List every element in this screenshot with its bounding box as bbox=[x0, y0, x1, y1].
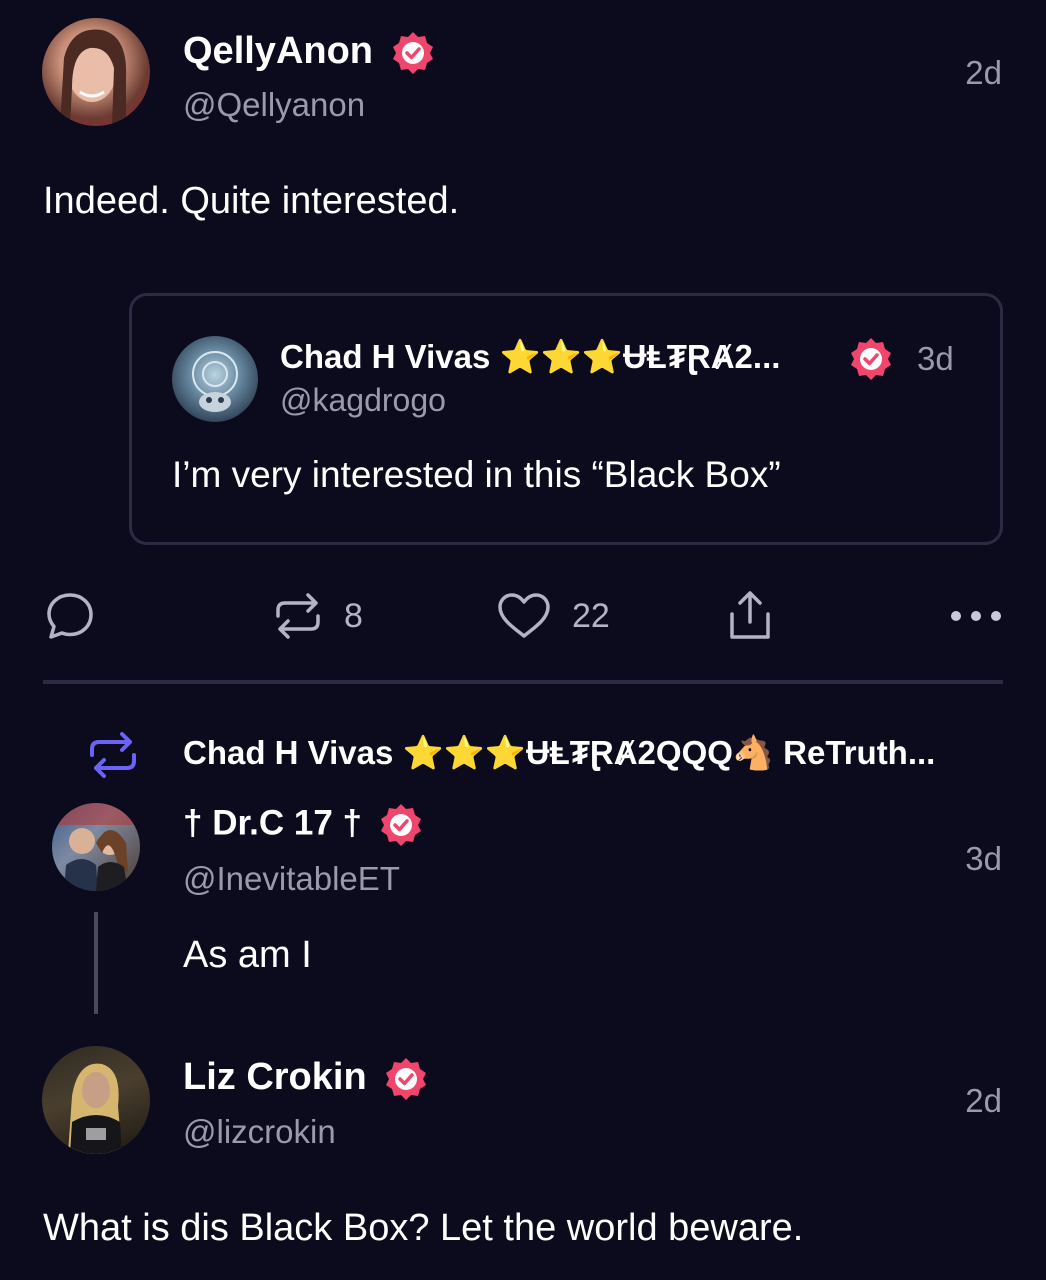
quote-author-name[interactable]: Chad H Vivas ⭐⭐⭐ɄⱠ₮ⱤȺ2... bbox=[280, 338, 780, 377]
author-name-text[interactable]: Liz Crokin bbox=[183, 1056, 367, 1098]
post2-author-name[interactable]: † Dr.C 17 † bbox=[183, 802, 424, 848]
quote-text: I’m very interested in this “Black Box” bbox=[172, 454, 781, 495]
avatar-kagdrogo[interactable] bbox=[172, 336, 258, 422]
post-divider bbox=[43, 680, 1003, 684]
avatar-qellyanon[interactable] bbox=[42, 18, 150, 126]
post1-handle[interactable]: @Qellyanon bbox=[183, 86, 365, 124]
author-name-text[interactable]: † Dr.C 17 † bbox=[183, 803, 362, 842]
post2-handle[interactable]: @InevitableET bbox=[183, 860, 400, 898]
retruth-banner-icon bbox=[86, 730, 140, 780]
retruth-banner-text[interactable]: Chad H Vivas ⭐⭐⭐ɄⱠ₮ⱤȺ2QQQ🐴 ReTruth... bbox=[183, 734, 935, 773]
avatar-inevitableet[interactable] bbox=[52, 803, 140, 891]
post2-timestamp: 3d bbox=[965, 840, 1002, 877]
verified-badge-icon bbox=[383, 1056, 429, 1102]
heart-icon bbox=[498, 593, 550, 638]
comment-icon bbox=[47, 593, 93, 639]
avatar-lizcrokin[interactable] bbox=[42, 1046, 150, 1154]
author-name-text[interactable]: QellyAnon bbox=[183, 30, 373, 72]
more-options-button[interactable] bbox=[948, 608, 1004, 624]
post3-timestamp: 2d bbox=[965, 1082, 1002, 1119]
like-button[interactable] bbox=[496, 590, 552, 642]
retruth-icon bbox=[276, 593, 320, 639]
reply-button[interactable] bbox=[44, 590, 96, 642]
post2-text: As am I bbox=[183, 934, 312, 976]
post3-text: What is dis Black Box? Let the world bew… bbox=[43, 1207, 804, 1249]
quote-handle[interactable]: @kagdrogo bbox=[280, 382, 446, 419]
more-icon bbox=[951, 611, 1001, 621]
thread-connector-line bbox=[94, 912, 98, 1014]
quoted-post-card[interactable]: Chad H Vivas ⭐⭐⭐ɄⱠ₮ⱤȺ2... 3d @kagdrogo I… bbox=[129, 293, 1003, 545]
verified-badge-icon bbox=[848, 336, 894, 382]
post3-handle[interactable]: @lizcrokin bbox=[183, 1113, 336, 1151]
post1-text: Indeed. Quite interested. bbox=[43, 180, 460, 222]
share-button[interactable] bbox=[726, 588, 774, 642]
verified-badge-icon bbox=[390, 30, 436, 76]
quote-timestamp: 3d bbox=[917, 340, 954, 377]
verified-badge-icon bbox=[378, 802, 424, 848]
post1-author-name[interactable]: QellyAnon bbox=[183, 30, 436, 76]
like-count: 22 bbox=[572, 597, 610, 635]
post3-author-name[interactable]: Liz Crokin bbox=[183, 1056, 429, 1102]
retruth-button[interactable] bbox=[270, 590, 326, 642]
share-icon bbox=[730, 591, 770, 639]
post1-timestamp: 2d bbox=[965, 54, 1002, 91]
retruth-count: 8 bbox=[344, 597, 363, 635]
